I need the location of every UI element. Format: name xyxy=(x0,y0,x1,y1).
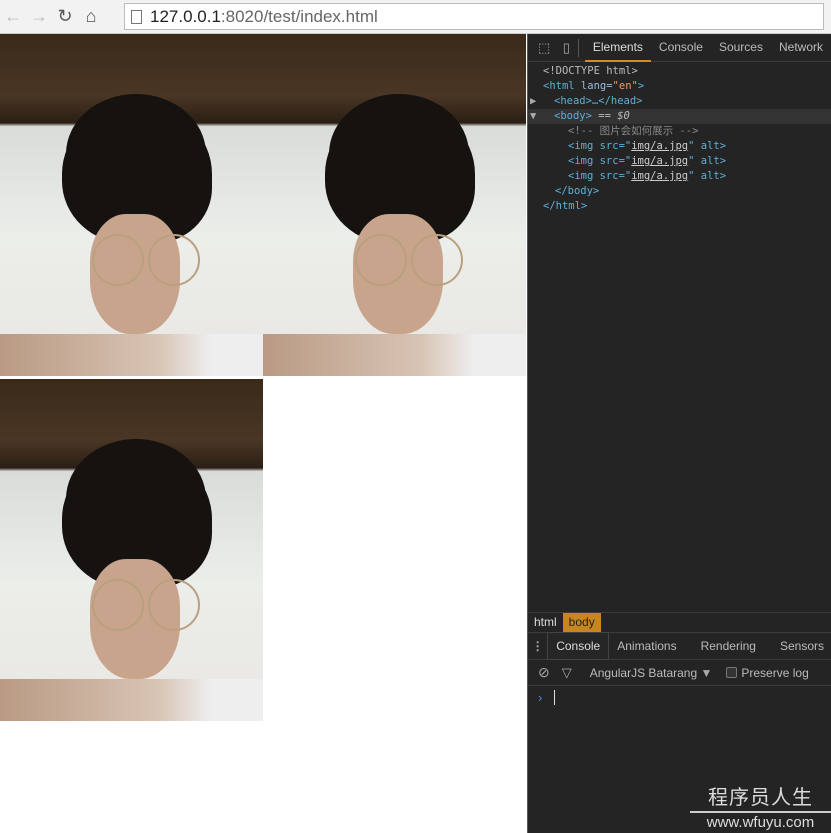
clear-console-icon[interactable]: ⊘ xyxy=(538,664,550,681)
image xyxy=(0,34,263,376)
page-content xyxy=(0,34,527,833)
expand-triangle-icon: ▶ xyxy=(530,95,537,107)
dom-node[interactable]: <img src="img/a.jpg" alt> xyxy=(528,139,831,154)
forward-icon[interactable]: → xyxy=(26,6,52,27)
device-mode-icon[interactable]: ▯ xyxy=(560,40,572,56)
devtools-tabs: ⬚ ▯ Elements Console Sources Network xyxy=(528,34,831,62)
tab-console[interactable]: Console xyxy=(651,34,711,62)
page-icon xyxy=(131,9,142,24)
inspect-element-icon[interactable]: ⬚ xyxy=(538,40,550,56)
console-toolbar: ⊘ ▽ AngularJS Batarang ▼ Preserve log xyxy=(528,660,831,686)
preserve-log-label: Preserve log xyxy=(741,665,809,680)
dom-node[interactable]: <!DOCTYPE html> xyxy=(528,64,831,79)
reload-icon[interactable]: ↻ xyxy=(52,6,78,27)
collapse-triangle-icon: ▼ xyxy=(530,110,537,122)
dom-node[interactable]: ▶ <head>…</head> xyxy=(528,94,831,109)
image xyxy=(263,34,526,376)
dom-node[interactable]: <html lang="en"> xyxy=(528,79,831,94)
drawer-tabs: ⋮ Console Animations Rendering Sensors xyxy=(528,632,831,660)
address-bar[interactable]: 127.0.0.1:8020/test/index.html xyxy=(124,3,824,30)
breadcrumb: html body xyxy=(528,612,831,632)
dropdown-arrow-icon: ▼ xyxy=(700,665,713,680)
dom-node[interactable]: </html> xyxy=(528,199,831,214)
preserve-log-checkbox[interactable] xyxy=(726,667,738,678)
drawer-tab-animations[interactable]: Animations xyxy=(609,633,684,659)
more-options-icon[interactable]: ⋮ xyxy=(528,639,547,653)
dom-tree: <!DOCTYPE html> <html lang="en"> ▶ <head>… xyxy=(528,62,831,214)
drawer-tab-rendering[interactable]: Rendering xyxy=(693,633,764,659)
console-prompt-icon: › xyxy=(538,690,543,705)
console-input[interactable] xyxy=(554,690,555,705)
dom-node-selected[interactable]: ▼ <body> == $0 xyxy=(528,109,831,124)
image xyxy=(0,379,263,721)
dom-comment[interactable]: <!-- 图片会如何展示 --> xyxy=(528,124,831,139)
back-icon[interactable]: ← xyxy=(0,6,26,27)
url-host: 127.0.0.1 xyxy=(150,6,221,26)
browser-toolbar: ← → ↻ ⌂ 127.0.0.1:8020/test/index.html xyxy=(0,0,831,34)
tab-elements[interactable]: Elements xyxy=(584,34,651,62)
filter-icon[interactable]: ▽ xyxy=(562,665,572,681)
drawer-tab-console[interactable]: Console xyxy=(547,632,610,660)
breadcrumb-html[interactable]: html xyxy=(528,613,563,632)
dom-node[interactable]: <img src="img/a.jpg" alt> xyxy=(528,169,831,184)
dom-node[interactable]: </body> xyxy=(528,184,831,199)
home-icon[interactable]: ⌂ xyxy=(78,6,104,27)
dom-node[interactable]: <img src="img/a.jpg" alt> xyxy=(528,154,831,169)
breadcrumb-body[interactable]: body xyxy=(562,613,601,632)
watermark: 程序员人生 www.wfuyu.com xyxy=(690,786,831,832)
tab-sources[interactable]: Sources xyxy=(711,34,771,62)
devtools-panel: ⬚ ▯ Elements Console Sources Network <!D… xyxy=(527,34,831,833)
url-path: :8020/test/index.html xyxy=(220,6,378,26)
drawer-tab-sensors[interactable]: Sensors xyxy=(772,633,831,659)
context-selector[interactable]: AngularJS Batarang ▼ xyxy=(590,666,713,680)
tab-network[interactable]: Network xyxy=(771,34,831,62)
